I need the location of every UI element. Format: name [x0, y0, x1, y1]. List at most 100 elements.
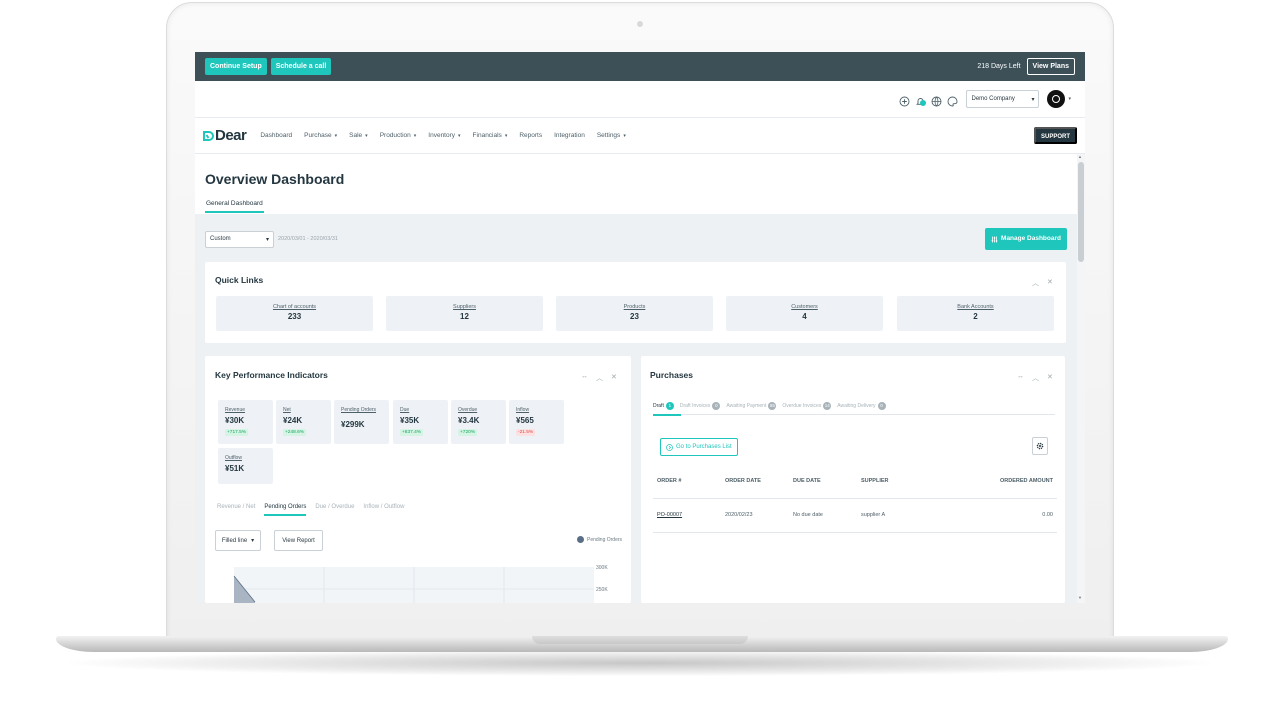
- close-icon[interactable]: ✕: [1047, 278, 1053, 288]
- column-header-order-date[interactable]: ORDER DATE: [721, 465, 789, 499]
- quick-link-tile[interactable]: Bank Accounts 2: [897, 296, 1054, 331]
- go-to-purchases-label: Go to Purchases List: [676, 444, 732, 450]
- close-icon[interactable]: ✕: [1047, 373, 1053, 383]
- order-link[interactable]: PO-00007: [657, 512, 682, 518]
- quick-link-tile[interactable]: Chart of accounts 233: [216, 296, 373, 331]
- nav-item-financials[interactable]: Financials ▾: [473, 132, 508, 139]
- kpi-value: ¥35K: [400, 416, 420, 425]
- tab-general-dashboard[interactable]: General Dashboard: [205, 200, 264, 213]
- support-button[interactable]: SUPPORT: [1033, 127, 1077, 144]
- cell-order[interactable]: PO-00007: [653, 498, 721, 533]
- quick-link-label[interactable]: Chart of accounts: [216, 304, 373, 310]
- tab-pending-orders[interactable]: Pending Orders: [264, 504, 307, 516]
- nav-item-inventory[interactable]: Inventory ▾: [428, 132, 460, 139]
- kpi-tile-outflow[interactable]: Outflow ¥51K: [218, 448, 273, 484]
- scroll-thumb[interactable]: [1078, 162, 1084, 262]
- company-select-value: Demo Company: [971, 96, 1015, 102]
- chevron-down-icon: ▾: [265, 236, 269, 243]
- continue-setup-button[interactable]: Continue Setup: [205, 58, 267, 75]
- column-header-due-date[interactable]: DUE DATE: [789, 465, 857, 499]
- card-controls: ↔ ︿ ✕: [581, 373, 617, 383]
- quick-link-tile[interactable]: Suppliers 12: [386, 296, 543, 331]
- kpi-value: ¥565: [516, 416, 534, 425]
- laptop-shadow: [70, 650, 1210, 676]
- column-header-order[interactable]: ORDER #: [653, 465, 721, 499]
- collapse-icon[interactable]: ︿: [596, 373, 603, 383]
- kpi-tile-pending-orders[interactable]: Pending Orders ¥299K: [334, 400, 389, 444]
- date-range-select[interactable]: Custom ▾: [205, 230, 274, 248]
- tab-overdue-invoices[interactable]: Overdue Invoices 14: [782, 402, 832, 410]
- schedule-call-button[interactable]: Schedule a call: [270, 58, 332, 75]
- column-header-ordered-amount[interactable]: ORDERED AMOUNT: [937, 465, 1057, 499]
- kpi-label[interactable]: Pending Orders: [341, 407, 376, 413]
- table-row[interactable]: PO-00007 2020/02/23 No due date supplier…: [653, 498, 1057, 533]
- column-header-supplier[interactable]: SUPPLIER: [857, 465, 937, 499]
- nav-item-dashboard[interactable]: Dashboard: [260, 132, 292, 139]
- kpi-label[interactable]: Inflow: [516, 407, 529, 413]
- expand-icon[interactable]: ↔: [1017, 373, 1024, 383]
- nav-item-purchase[interactable]: Purchase ▾: [304, 132, 337, 139]
- chevron-down-icon: ▾: [365, 132, 368, 139]
- quick-link-tile[interactable]: Products 23: [556, 296, 713, 331]
- bell-icon[interactable]: [915, 94, 927, 106]
- nav-item-settings[interactable]: Settings ▾: [597, 132, 626, 139]
- nav-item-label: Sale: [349, 132, 363, 139]
- add-icon[interactable]: [899, 94, 910, 106]
- tab-awaiting-payment[interactable]: Awaiting Payment 65: [726, 402, 777, 410]
- tab-draft[interactable]: Draft 1: [653, 402, 674, 410]
- kpi-label[interactable]: Revenue: [225, 407, 245, 413]
- nav-item-integration[interactable]: Integration: [554, 132, 585, 139]
- card-controls: ↔ ︿ ✕: [1017, 373, 1053, 383]
- kpi-tile-net[interactable]: Net ¥24K +248.6%: [276, 400, 331, 444]
- kpi-tile-revenue[interactable]: Revenue ¥30K +717.5%: [218, 400, 273, 444]
- tab-count-badge: 0: [877, 402, 886, 410]
- close-icon[interactable]: ✕: [611, 373, 617, 383]
- nav-item-reports[interactable]: Reports: [519, 132, 542, 139]
- palette-icon[interactable]: [947, 94, 958, 106]
- kpi-tile-inflow[interactable]: Inflow ¥565 -21.5%: [509, 400, 564, 444]
- main-nav: Dear Dashboard Purchase ▾ Sale ▾ Productio…: [195, 118, 1085, 154]
- filter-row: Custom ▾ 2020/03/01 - 2020/03/31 Manage …: [205, 228, 1067, 250]
- view-report-button[interactable]: View Report: [274, 530, 323, 551]
- globe-icon[interactable]: [931, 94, 942, 106]
- collapse-icon[interactable]: ︿: [1032, 278, 1039, 288]
- scroll-down-icon[interactable]: ▼: [1078, 595, 1082, 600]
- quick-link-label[interactable]: Products: [556, 304, 713, 310]
- tab-due-overdue[interactable]: Due / Overdue: [315, 504, 354, 516]
- chart-type-select[interactable]: Filled line ▾: [215, 530, 261, 551]
- chevron-down-icon: ▾: [623, 132, 626, 139]
- kpi-label[interactable]: Net: [283, 407, 291, 413]
- quick-link-label[interactable]: Bank Accounts: [897, 304, 1054, 310]
- nav-item-sale[interactable]: Sale ▾: [349, 132, 368, 139]
- kpi-tile-overdue[interactable]: Overdue ¥3.4K +720%: [451, 400, 506, 444]
- page-scrollbar[interactable]: ▲ ▼: [1077, 154, 1085, 603]
- tab-draft-invoices[interactable]: Draft Invoices 0: [680, 402, 721, 410]
- quick-link-tile[interactable]: Customers 4: [726, 296, 883, 331]
- tab-inflow-outflow[interactable]: Inflow / Outflow: [363, 504, 404, 516]
- logo[interactable]: Dear: [203, 127, 247, 144]
- view-plans-button[interactable]: View Plans: [1026, 58, 1075, 75]
- chevron-down-icon[interactable]: ▾: [1068, 96, 1071, 102]
- tab-label: Draft Invoices: [679, 403, 711, 409]
- purchases-title: Purchases: [650, 370, 693, 380]
- quick-link-label[interactable]: Suppliers: [386, 304, 543, 310]
- kpi-tile-due[interactable]: Due ¥35K +837.4%: [393, 400, 448, 444]
- table-header-row: ORDER # ORDER DATE DUE DATE SUPPLIER ORD…: [653, 465, 1057, 499]
- quick-link-label[interactable]: Customers: [726, 304, 883, 310]
- nav-item-production[interactable]: Production ▾: [380, 132, 417, 139]
- kpi-label[interactable]: Due: [400, 407, 409, 413]
- quick-links-title: Quick Links: [215, 275, 264, 285]
- tab-revenue-net[interactable]: Revenue / Net: [217, 504, 255, 516]
- kpi-label[interactable]: Outflow: [225, 455, 242, 461]
- scroll-up-icon[interactable]: ▲: [1078, 154, 1082, 159]
- tab-awaiting-delivery[interactable]: Awaiting Delivery 0: [837, 402, 886, 410]
- kpi-label[interactable]: Overdue: [458, 407, 477, 413]
- go-to-purchases-button[interactable]: Go to Purchases List: [660, 438, 738, 456]
- avatar[interactable]: [1047, 90, 1066, 108]
- company-select[interactable]: Demo Company ▾: [966, 90, 1040, 108]
- manage-dashboard-button[interactable]: Manage Dashboard: [985, 228, 1067, 250]
- expand-icon[interactable]: ↔: [581, 373, 588, 383]
- collapse-icon[interactable]: ︿: [1032, 373, 1039, 383]
- laptop-notch: [532, 636, 748, 644]
- table-settings-button[interactable]: [1032, 437, 1048, 455]
